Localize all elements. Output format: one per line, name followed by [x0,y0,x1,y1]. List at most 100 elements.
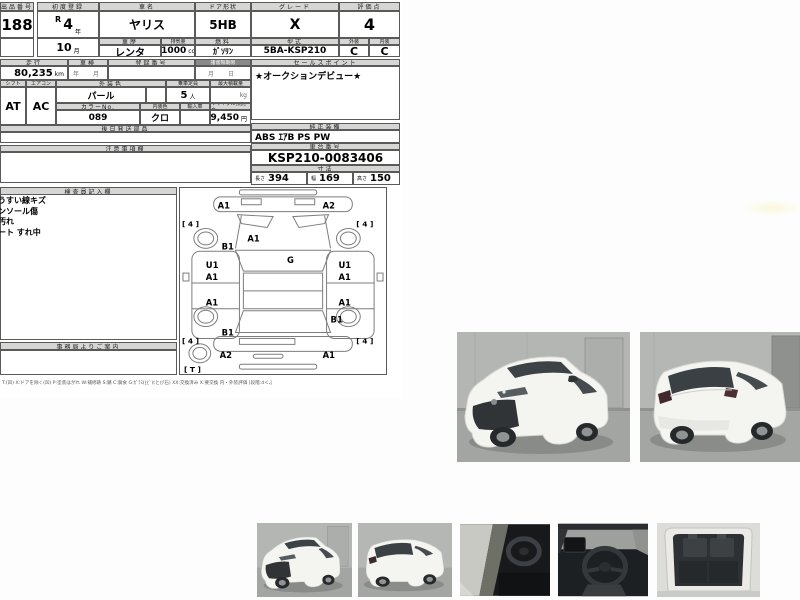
scan-artifact [742,200,800,216]
registration-no-value [108,66,195,80]
fuel: ｶﾞｿﾘﾝ [195,45,251,57]
exterior-grade-header: 外装 [339,38,369,45]
damage-marker: U1 [206,260,219,270]
first-registration-month: 10 月 [37,38,99,57]
interior-side-svg [460,523,550,597]
damage-marker: B1 [331,315,343,325]
inspection-value: 年 月 [68,66,108,80]
tire-marker: [ 4 ] [356,220,373,229]
door-type: 5HB [195,11,251,38]
sales-point-header: セールスポイント [251,59,400,66]
auction-score: 4 [339,11,400,38]
reg-year: 4 [63,17,73,33]
front-quarter-photo-svg [457,332,630,462]
damage-diagram-svg: A1 A2 [ 4 ] [ 4 ] A1 B1 G U1 A1 U1 A1 A1… [180,187,386,375]
mileage-header: 走行 [0,59,68,66]
interior-color: クロ [140,110,180,125]
capacity: 5人 [166,87,210,103]
lot-number-header: 出品番号 [0,2,34,11]
recycle-fee: 9,450円 [210,110,251,125]
year-unit: 年 [75,27,81,37]
height: 高さ150 [353,172,400,185]
inspector-note-line: ート すれ中 [0,228,176,239]
cautions-value [0,152,251,183]
chassis-no: KSP210-0083406 [251,150,400,165]
damage-marker: A2 [323,201,336,211]
office-info-value [0,350,177,375]
car-name: ヤリス [99,11,195,38]
capacity-header: 乗車定員 [166,80,210,87]
rear-thumb-svg [358,523,452,597]
lot-number: 188 [0,11,34,38]
displacement-header: 排気量 [161,38,195,45]
fuel-header: 燃料 [195,38,251,45]
damage-marker: G [287,255,294,265]
import-value [180,110,210,125]
equipment-header: 純正装備 [251,123,400,130]
displacement: 1000cc [161,45,195,57]
documents-deadline-header: 諸書類期限 [195,59,251,66]
photo-rear-quarter-thumb [358,523,452,597]
damage-marker: B1 [222,241,234,251]
color-no-header: カラーNo. [56,103,140,110]
photo-interior-side-thumb [460,523,550,597]
damage-marker: B1 [222,327,234,337]
door-type-header: ドア形状 [195,2,251,11]
rear-quarter-photo-svg [640,332,800,462]
inspector-note-line: ンソール傷 [0,207,176,218]
damage-marker: A1 [338,272,351,282]
exterior-color-header: 外装色 [56,80,166,87]
inspector-note-line: 汚れ [0,217,176,228]
spare-tire-marker: [ T ] [184,365,201,374]
exterior-color-sub-cell [146,87,166,103]
first-registration-header: 初度登録 [37,2,99,11]
damage-marker: A1 [338,298,351,308]
auction-listing-page: 出品番号 188 初度登録 R 4 年 10 月 車名 ヤリス 車歴 レンタ 排… [0,0,800,600]
car-body [654,361,786,444]
width: 幅169 [307,172,353,185]
exterior-grade: C [339,45,369,57]
sales-point: ★オークションデビュー★ [251,66,400,120]
damage-markers: A1 A2 [ 4 ] [ 4 ] A1 B1 G U1 A1 U1 A1 A1… [182,201,373,374]
history: レンタ [99,45,161,57]
trunk-svg [657,523,760,597]
damage-code-legend: T:(凹) X:ドアを除く(凹) P:塗装はがれ W:補修跡 S:錆 C:腐食 … [2,380,272,386]
mileage: 80,235km [0,66,68,80]
payload: kg [210,87,251,103]
tire-marker: [ 4 ] [182,336,199,345]
office-info-header: 事務局よりご案内 [0,342,177,350]
exterior-color: パール [56,87,146,103]
later-parts-value [0,132,251,143]
model-code-header: 型式 [251,38,339,45]
documents-deadline-value: 月 日 [195,66,251,80]
shift: AT [0,87,26,125]
photo-dashboard-thumb [558,523,648,597]
front-thumb-svg [257,523,352,597]
damage-marker: A1 [247,233,260,243]
inspector-notes: うすい線キズ ンソール傷 汚れ ート すれ中 [0,194,177,340]
aircon: AC [26,87,56,125]
registration-no-header: 登録番号 [108,59,195,66]
dimensions-header: 寸法 [251,165,400,172]
interior-grade: C [369,45,400,57]
auction-sheet: 出品番号 188 初度登録 R 4 年 10 月 車名 ヤリス 車歴 レンタ 排… [0,0,402,398]
photo-front-quarter-thumb [257,523,352,597]
cautions-header: 注意事項欄 [0,145,251,152]
damage-marker: A1 [206,272,219,282]
equipment: ABS ｴｱB PS PW [251,130,400,143]
later-parts-header: 後日発送部品 [0,125,251,132]
score-header: 評価点 [339,2,400,11]
era-code: R [55,12,61,24]
damage-marker: A2 [220,350,233,360]
inspection-header: 車検 [68,59,108,66]
photo-rear-quarter-large [640,332,800,462]
damage-marker: A1 [206,298,219,308]
tire-marker: [ 4 ] [356,336,373,345]
photo-front-quarter-large [457,332,630,462]
payload-header: 最大積載量 [210,80,251,87]
interior-grade-header: 内装 [369,38,400,45]
tire-marker: [ 4 ] [182,220,199,229]
damage-marker: A1 [218,201,231,211]
history-header: 車歴 [99,38,161,45]
inspector-note-line: うすい線キズ [0,196,176,207]
